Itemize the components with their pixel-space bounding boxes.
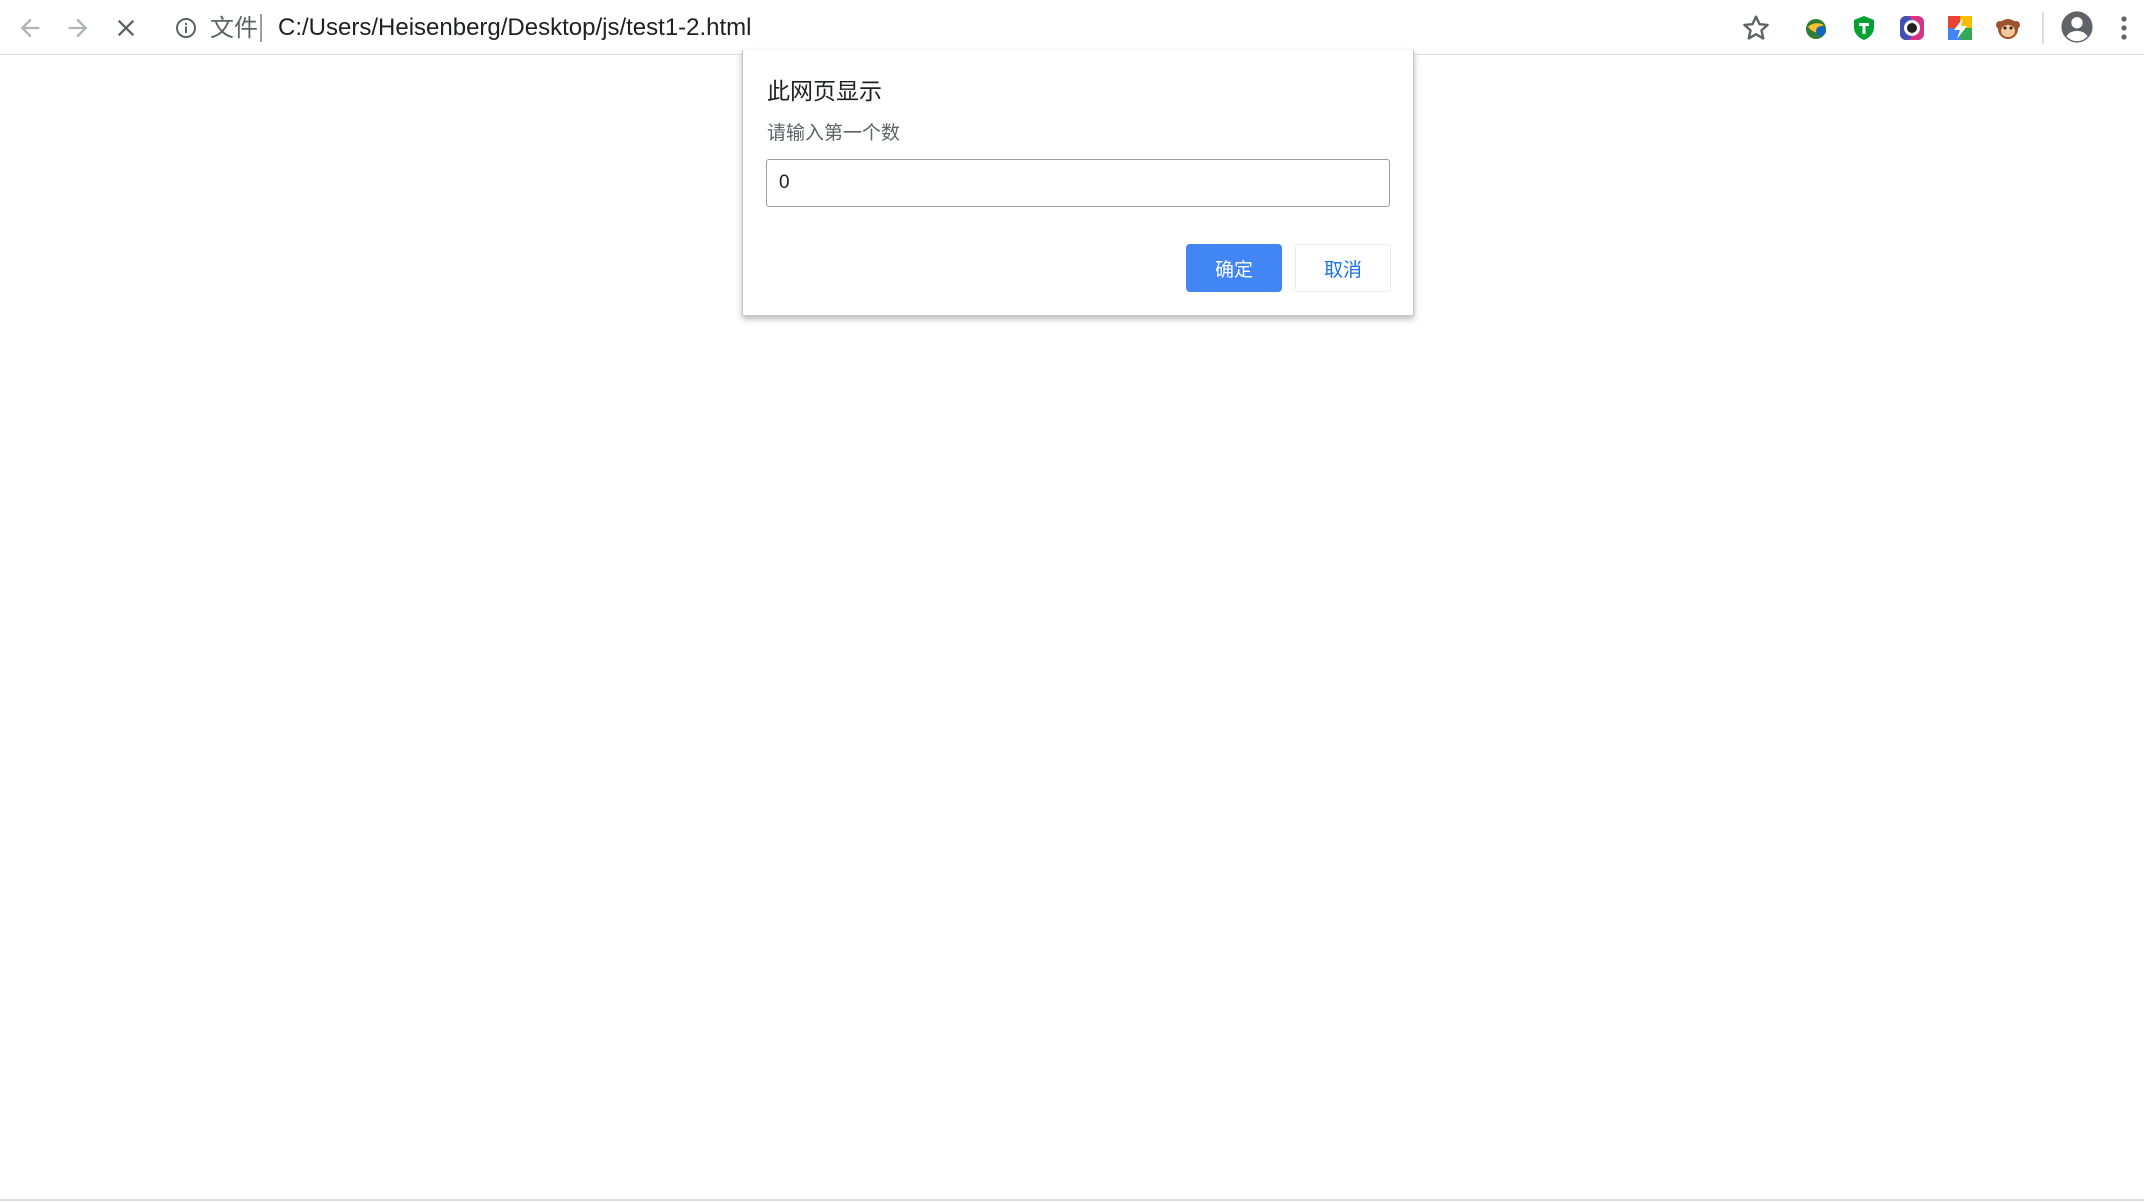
cancel-button[interactable]: 取消 [1295, 244, 1391, 292]
forward-button[interactable] [58, 8, 98, 48]
dialog-message: 请输入第一个数 [767, 122, 901, 144]
address-bar-url[interactable]: C:/Users/Heisenberg/Desktop/js/test1-2.h… [278, 12, 752, 44]
arrow-right-icon [68, 18, 88, 38]
stop-button[interactable] [106, 8, 146, 48]
monkey-extension-icon[interactable] [1994, 14, 2022, 42]
star-icon[interactable] [1740, 12, 1772, 44]
more-vert-icon[interactable] [2112, 12, 2136, 44]
prompt-input[interactable] [766, 159, 1390, 207]
google-extension-icon[interactable] [1946, 14, 1974, 42]
arrow-left-icon [20, 18, 40, 38]
back-button[interactable] [10, 8, 50, 48]
dialog-title: 此网页显示 [767, 79, 882, 105]
url-scheme-label: 文件 [210, 14, 258, 42]
info-icon[interactable] [174, 16, 198, 40]
shield-extension-icon[interactable] [1850, 14, 1878, 42]
ok-button[interactable]: 确定 [1186, 244, 1282, 292]
globe-extension-icon[interactable] [1802, 14, 1830, 42]
profile-icon[interactable] [2060, 10, 2094, 44]
window-bottom-border [0, 1199, 2144, 1201]
toolbar-divider [2042, 12, 2044, 44]
close-icon [117, 19, 135, 37]
browser-toolbar: 文件 C:/Users/Heisenberg/Desktop/js/test1-… [0, 0, 2144, 55]
prompt-dialog: 此网页显示 请输入第一个数 确定 取消 [742, 50, 1414, 316]
color-picker-extension-icon[interactable] [1898, 14, 1926, 42]
url-separator [260, 14, 262, 42]
